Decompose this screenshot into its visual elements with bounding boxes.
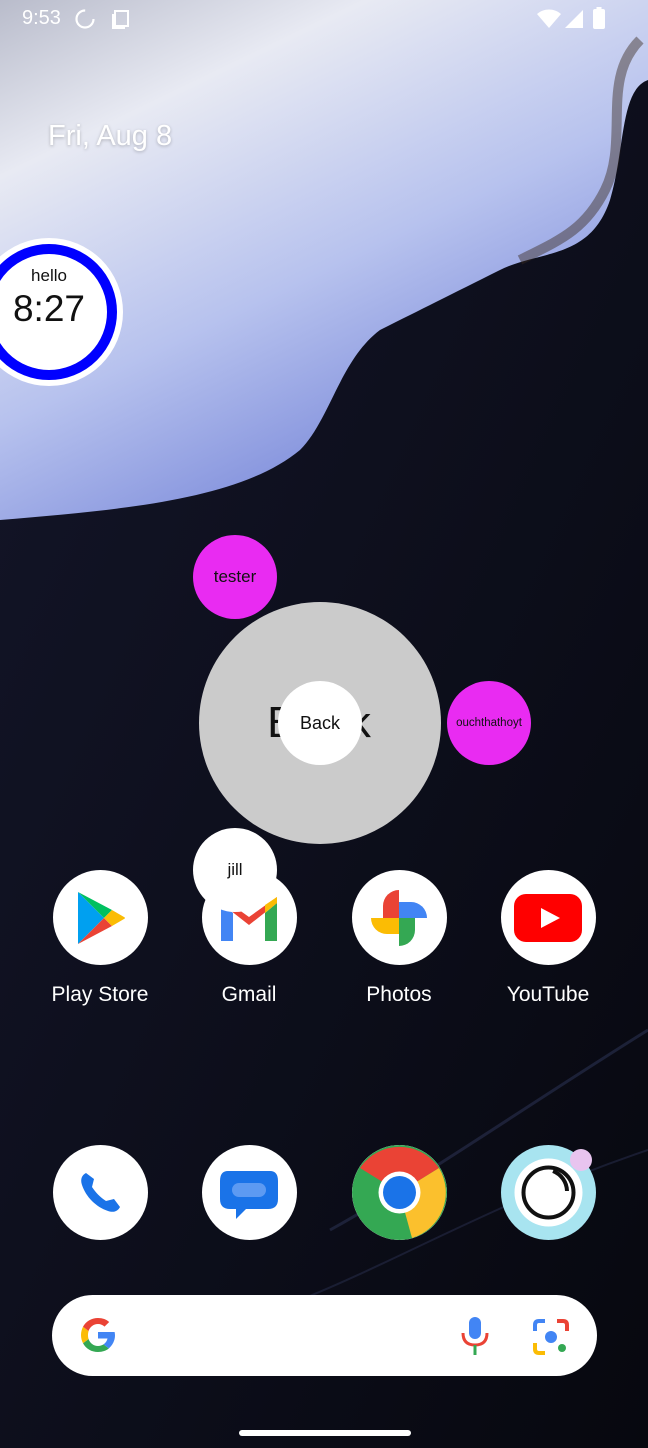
play-store-icon <box>52 870 148 965</box>
app-label: YouTube <box>506 983 590 1006</box>
app-label: Gmail <box>221 983 277 1006</box>
back-button-label: Back <box>299 712 341 733</box>
search-bar[interactable] <box>52 1295 597 1376</box>
microphone-icon[interactable] <box>459 1315 491 1357</box>
wifi-icon <box>537 9 561 28</box>
google-g-icon <box>81 1318 115 1352</box>
bubble-ouchthathoyt[interactable]: ouchthathoyt <box>447 681 531 765</box>
bubble-tester-label: tester <box>213 567 257 586</box>
bubble-jill[interactable]: jill <box>193 828 277 912</box>
dock-messages[interactable] <box>179 1145 319 1240</box>
bubble-jill-label: jill <box>227 860 243 879</box>
gesture-nav-handle[interactable] <box>239 1430 411 1436</box>
messages-icon <box>201 1145 297 1240</box>
clock-label: hello <box>31 266 67 285</box>
app-play-store[interactable]: Play Store <box>30 870 170 1007</box>
youtube-icon <box>500 870 596 965</box>
signal-icon <box>565 10 583 28</box>
lens-icon[interactable] <box>531 1317 571 1357</box>
phone-icon <box>52 1145 148 1240</box>
screenshot-icon <box>112 10 129 29</box>
app-photos[interactable]: Photos <box>329 870 469 1007</box>
sync-icon <box>75 9 95 29</box>
clock-time: 8:27 <box>12 288 85 329</box>
back-button[interactable]: Back <box>278 681 362 765</box>
status-bar: 9:53 <box>0 0 648 40</box>
dock-chrome[interactable] <box>329 1145 469 1240</box>
chrome-icon <box>351 1145 447 1240</box>
app-label: Play Store <box>51 983 149 1006</box>
dock-phone[interactable] <box>30 1145 170 1240</box>
status-time: 9:53 <box>22 7 61 29</box>
photos-icon <box>351 870 447 965</box>
notification-dot <box>570 1149 592 1171</box>
dock-camera[interactable] <box>478 1145 618 1240</box>
app-label: Photos <box>366 983 432 1006</box>
app-youtube[interactable]: YouTube <box>478 870 618 1007</box>
bubble-ouch-label: ouchthathoyt <box>456 717 522 729</box>
date-text[interactable]: Fri, Aug 8 <box>48 120 172 153</box>
battery-icon <box>593 7 605 29</box>
clock-widget[interactable]: hello 8:27 <box>0 238 123 386</box>
